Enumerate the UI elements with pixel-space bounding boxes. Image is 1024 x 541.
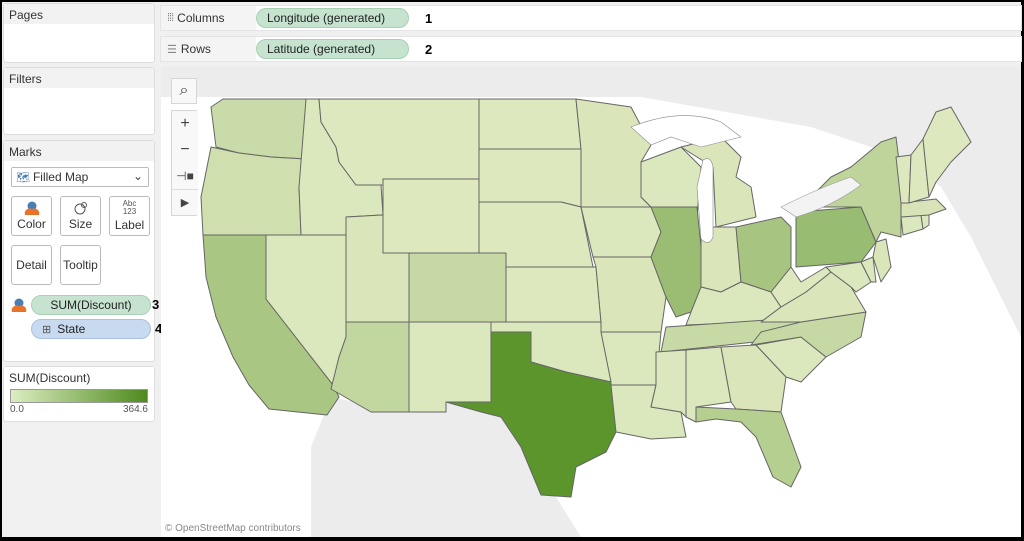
state-rhode-island[interactable]: Rhode Island: 10 <box>920 214 930 230</box>
zoom-controls: + − ⊣■ ▶ <box>171 110 198 216</box>
latitude-pill-label: Latitude (generated) <box>267 42 376 56</box>
map-attribution: © OpenStreetMap contributors <box>165 523 301 534</box>
filters-card[interactable]: Filters <box>3 67 155 135</box>
label-button[interactable]: Abc 123 Label <box>109 196 150 236</box>
rows-label: Rows <box>180 42 211 56</box>
columns-shelf[interactable]: ⁞⁞⁞ Columns Longitude (generated) 1 <box>160 5 1022 31</box>
filters-title: Filters <box>4 68 154 88</box>
state-south-dakota[interactable]: South Dakota: 5 <box>478 148 582 208</box>
rows-shelf[interactable]: ☰ Rows Latitude (generated) 2 <box>160 36 1022 62</box>
size-button[interactable]: Size <box>60 196 101 236</box>
label-button-label: Label <box>114 218 145 232</box>
columns-label: Columns <box>177 11 225 25</box>
color-legend[interactable]: SUM(Discount) 0.0 364.6 <box>3 366 155 422</box>
columns-shelf-label-box: ⁞⁞⁞ Columns <box>161 6 256 30</box>
legend-min-label: 0.0 <box>10 404 24 415</box>
zoom-out-icon[interactable]: − <box>172 137 198 163</box>
annotation-1: 1 <box>425 10 433 26</box>
state-pill-label: State <box>57 322 86 336</box>
tooltip-button[interactable]: Tooltip <box>60 245 101 285</box>
state-pennsylvania[interactable]: Pennsylvania: 195 <box>795 206 877 268</box>
state-wyoming[interactable]: Wyoming: 5 <box>382 178 480 254</box>
color-button-label: Color <box>17 217 46 231</box>
tableau-workspace: Pages Filters Marks 🗺 Filled Map ⌄ Color… <box>2 2 1022 537</box>
search-icon[interactable]: ⌕ <box>171 78 197 104</box>
annotation-2: 2 <box>425 41 433 57</box>
zoom-in-icon[interactable]: + <box>172 111 198 137</box>
color-icon <box>11 298 27 312</box>
legend-gradient-bar <box>10 389 148 403</box>
sum-discount-pill-label: SUM(Discount) <box>50 298 132 312</box>
state-minnesota[interactable]: Minnesota: 15 <box>575 98 652 208</box>
state-kansas[interactable]: Kansas: 5 <box>505 266 602 323</box>
filled-map-icon: 🗺 <box>16 171 30 184</box>
columns-icon: ⁞⁞⁞ <box>167 12 174 24</box>
detail-button[interactable]: Detail <box>11 245 52 285</box>
tooltip-button-label: Tooltip <box>63 258 98 272</box>
size-icon <box>74 202 87 215</box>
annotation-3: 3 <box>152 297 160 312</box>
label-icon: Abc 123 <box>122 199 137 216</box>
state-florida[interactable]: Florida: 115 <box>695 406 802 488</box>
legend-max-label: 364.6 <box>122 404 148 415</box>
state-iowa[interactable]: Iowa: 10 <box>580 206 662 258</box>
expand-arrow-icon[interactable]: ▶ <box>172 189 198 215</box>
us-filled-map[interactable]: Washington: 60Oregon: 45California: 150N… <box>161 67 1021 537</box>
state-north-dakota[interactable]: North Dakota: 5 <box>478 98 582 150</box>
size-button-label: Size <box>68 217 93 231</box>
state-colorado[interactable]: Colorado: 70 <box>408 252 507 323</box>
longitude-pill-label: Longitude (generated) <box>267 11 386 25</box>
chevron-down-icon: ⌄ <box>132 169 143 183</box>
pin-icon[interactable]: ⊣■ <box>172 163 198 189</box>
pages-card: Pages <box>3 3 155 63</box>
rows-icon: ☰ <box>167 43 177 56</box>
legend-title: SUM(Discount) <box>4 367 154 387</box>
state-arkansas[interactable]: Arkansas: 10 <box>600 331 662 386</box>
map-view[interactable]: Washington: 60Oregon: 45California: 150N… <box>161 67 1021 537</box>
color-icon <box>24 201 39 215</box>
latitude-pill[interactable]: Latitude (generated) <box>256 39 409 59</box>
state-oregon[interactable]: Oregon: 45 <box>200 146 307 236</box>
expand-icon[interactable]: ⊞ <box>42 323 51 336</box>
longitude-pill[interactable]: Longitude (generated) <box>256 8 409 28</box>
sum-discount-pill[interactable]: SUM(Discount) <box>31 295 151 315</box>
map-toolbar: ⌕ + − ⊣■ ▶ <box>171 78 198 216</box>
color-button[interactable]: Color <box>11 196 52 236</box>
state-connecticut[interactable]: Connecticut: 10 <box>900 214 924 236</box>
detail-button-label: Detail <box>16 258 47 272</box>
state-new-mexico[interactable]: New Mexico: 10 <box>408 321 492 413</box>
state-pill[interactable]: ⊞ State <box>31 319 151 339</box>
mark-type-dropdown[interactable]: 🗺 Filled Map ⌄ <box>11 167 149 187</box>
pages-title: Pages <box>4 4 154 24</box>
state-mississippi[interactable]: Mississippi: 10 <box>650 349 687 418</box>
mark-type-value: Filled Map <box>32 170 89 184</box>
rows-shelf-label-box: ☰ Rows <box>161 37 256 61</box>
marks-card: Marks 🗺 Filled Map ⌄ Color Size Abc 123 L… <box>3 140 162 362</box>
marks-title: Marks <box>4 141 154 161</box>
